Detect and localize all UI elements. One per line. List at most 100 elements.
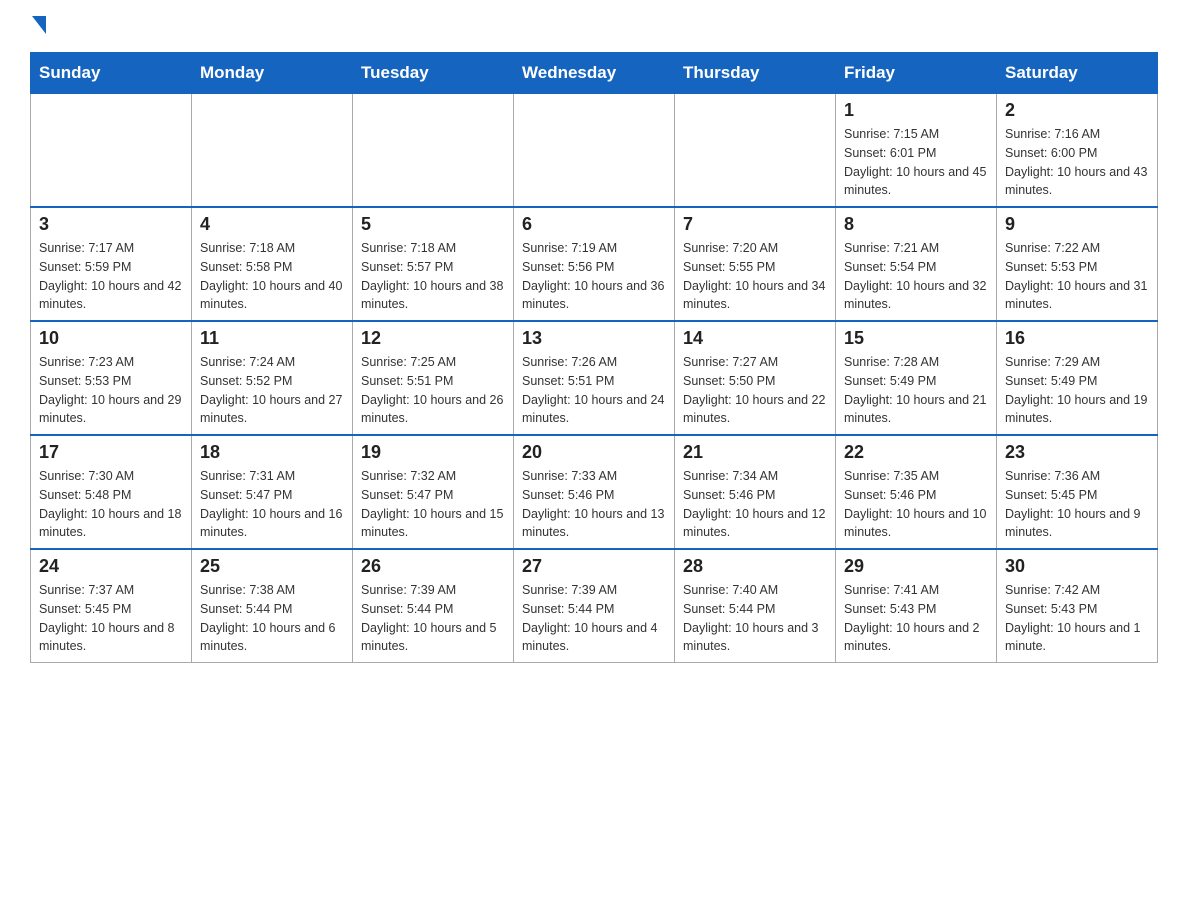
day-number: 14 — [683, 328, 827, 349]
day-info: Sunrise: 7:42 AMSunset: 5:43 PMDaylight:… — [1005, 581, 1149, 656]
day-of-week-header: Wednesday — [514, 53, 675, 94]
day-number: 21 — [683, 442, 827, 463]
calendar-day-cell — [31, 94, 192, 208]
day-info: Sunrise: 7:41 AMSunset: 5:43 PMDaylight:… — [844, 581, 988, 656]
day-of-week-header: Thursday — [675, 53, 836, 94]
calendar-day-cell: 22 Sunrise: 7:35 AMSunset: 5:46 PMDayligh… — [836, 435, 997, 549]
day-number: 28 — [683, 556, 827, 577]
calendar-day-cell: 1 Sunrise: 7:15 AMSunset: 6:01 PMDaylight… — [836, 94, 997, 208]
calendar-day-cell: 2 Sunrise: 7:16 AMSunset: 6:00 PMDaylight… — [997, 94, 1158, 208]
day-number: 18 — [200, 442, 344, 463]
calendar-day-cell: 16Sunrise: 7:29 AMSunset: 5:49 PMDayligh… — [997, 321, 1158, 435]
day-of-week-header: Sunday — [31, 53, 192, 94]
day-info: Sunrise: 7:28 AMSunset: 5:49 PMDaylight:… — [844, 353, 988, 428]
day-number: 5 — [361, 214, 505, 235]
calendar-day-cell: 25 Sunrise: 7:38 AMSunset: 5:44 PMDayligh… — [192, 549, 353, 663]
day-info: Sunrise: 7:15 AMSunset: 6:01 PMDaylight:… — [844, 125, 988, 200]
day-info: Sunrise: 7:27 AMSunset: 5:50 PMDaylight:… — [683, 353, 827, 428]
day-of-week-header: Monday — [192, 53, 353, 94]
day-number: 22 — [844, 442, 988, 463]
day-info: Sunrise: 7:31 AMSunset: 5:47 PMDaylight:… — [200, 467, 344, 542]
calendar-day-cell — [353, 94, 514, 208]
day-info: Sunrise: 7:22 AMSunset: 5:53 PMDaylight:… — [1005, 239, 1149, 314]
day-number: 19 — [361, 442, 505, 463]
day-number: 17 — [39, 442, 183, 463]
day-info: Sunrise: 7:34 AMSunset: 5:46 PMDaylight:… — [683, 467, 827, 542]
day-info: Sunrise: 7:37 AMSunset: 5:45 PMDaylight:… — [39, 581, 183, 656]
day-number: 29 — [844, 556, 988, 577]
calendar-day-cell: 24Sunrise: 7:37 AMSunset: 5:45 PMDayligh… — [31, 549, 192, 663]
calendar-day-cell: 18 Sunrise: 7:31 AMSunset: 5:47 PMDayligh… — [192, 435, 353, 549]
calendar-day-cell — [675, 94, 836, 208]
calendar-day-cell: 11Sunrise: 7:24 AMSunset: 5:52 PMDayligh… — [192, 321, 353, 435]
calendar-week-row: 24Sunrise: 7:37 AMSunset: 5:45 PMDayligh… — [31, 549, 1158, 663]
day-number: 25 — [200, 556, 344, 577]
day-info: Sunrise: 7:25 AMSunset: 5:51 PMDaylight:… — [361, 353, 505, 428]
day-number: 12 — [361, 328, 505, 349]
calendar-day-cell: 15Sunrise: 7:28 AMSunset: 5:49 PMDayligh… — [836, 321, 997, 435]
day-info: Sunrise: 7:26 AMSunset: 5:51 PMDaylight:… — [522, 353, 666, 428]
day-info: Sunrise: 7:33 AMSunset: 5:46 PMDaylight:… — [522, 467, 666, 542]
calendar-day-cell: 20 Sunrise: 7:33 AMSunset: 5:46 PMDayligh… — [514, 435, 675, 549]
calendar-day-cell: 19 Sunrise: 7:32 AMSunset: 5:47 PMDayligh… — [353, 435, 514, 549]
day-info: Sunrise: 7:19 AMSunset: 5:56 PMDaylight:… — [522, 239, 666, 314]
calendar-day-cell: 8 Sunrise: 7:21 AMSunset: 5:54 PMDaylight… — [836, 207, 997, 321]
day-of-week-header: Friday — [836, 53, 997, 94]
day-number: 30 — [1005, 556, 1149, 577]
day-info: Sunrise: 7:20 AMSunset: 5:55 PMDaylight:… — [683, 239, 827, 314]
day-number: 10 — [39, 328, 183, 349]
day-number: 1 — [844, 100, 988, 121]
calendar-day-cell: 29 Sunrise: 7:41 AMSunset: 5:43 PMDayligh… — [836, 549, 997, 663]
calendar-day-cell: 3 Sunrise: 7:17 AMSunset: 5:59 PMDaylight… — [31, 207, 192, 321]
calendar-day-cell: 28Sunrise: 7:40 AMSunset: 5:44 PMDayligh… — [675, 549, 836, 663]
calendar-day-cell — [192, 94, 353, 208]
day-info: Sunrise: 7:16 AMSunset: 6:00 PMDaylight:… — [1005, 125, 1149, 200]
page-header — [30, 20, 1158, 34]
calendar-day-cell — [514, 94, 675, 208]
day-info: Sunrise: 7:29 AMSunset: 5:49 PMDaylight:… — [1005, 353, 1149, 428]
day-info: Sunrise: 7:18 AMSunset: 5:58 PMDaylight:… — [200, 239, 344, 314]
calendar-day-cell: 13 Sunrise: 7:26 AMSunset: 5:51 PMDayligh… — [514, 321, 675, 435]
calendar-day-cell: 4 Sunrise: 7:18 AMSunset: 5:58 PMDaylight… — [192, 207, 353, 321]
logo — [30, 20, 46, 34]
day-info: Sunrise: 7:30 AMSunset: 5:48 PMDaylight:… — [39, 467, 183, 542]
day-number: 2 — [1005, 100, 1149, 121]
day-info: Sunrise: 7:39 AMSunset: 5:44 PMDaylight:… — [522, 581, 666, 656]
day-of-week-header: Saturday — [997, 53, 1158, 94]
day-number: 13 — [522, 328, 666, 349]
day-info: Sunrise: 7:21 AMSunset: 5:54 PMDaylight:… — [844, 239, 988, 314]
calendar-week-row: 1 Sunrise: 7:15 AMSunset: 6:01 PMDaylight… — [31, 94, 1158, 208]
calendar-table: SundayMondayTuesdayWednesdayThursdayFrid… — [30, 52, 1158, 663]
calendar-week-row: 10 Sunrise: 7:23 AMSunset: 5:53 PMDayligh… — [31, 321, 1158, 435]
day-info: Sunrise: 7:23 AMSunset: 5:53 PMDaylight:… — [39, 353, 183, 428]
logo-triangle-icon — [32, 16, 46, 34]
day-number: 20 — [522, 442, 666, 463]
calendar-day-cell: 6 Sunrise: 7:19 AMSunset: 5:56 PMDaylight… — [514, 207, 675, 321]
day-info: Sunrise: 7:35 AMSunset: 5:46 PMDaylight:… — [844, 467, 988, 542]
calendar-day-cell: 12 Sunrise: 7:25 AMSunset: 5:51 PMDayligh… — [353, 321, 514, 435]
calendar-day-cell: 10 Sunrise: 7:23 AMSunset: 5:53 PMDayligh… — [31, 321, 192, 435]
calendar-header-row: SundayMondayTuesdayWednesdayThursdayFrid… — [31, 53, 1158, 94]
calendar-day-cell: 21 Sunrise: 7:34 AMSunset: 5:46 PMDayligh… — [675, 435, 836, 549]
calendar-day-cell: 17 Sunrise: 7:30 AMSunset: 5:48 PMDayligh… — [31, 435, 192, 549]
calendar-day-cell: 14 Sunrise: 7:27 AMSunset: 5:50 PMDayligh… — [675, 321, 836, 435]
calendar-day-cell: 30 Sunrise: 7:42 AMSunset: 5:43 PMDayligh… — [997, 549, 1158, 663]
calendar-day-cell: 5Sunrise: 7:18 AMSunset: 5:57 PMDaylight… — [353, 207, 514, 321]
day-number: 3 — [39, 214, 183, 235]
calendar-week-row: 17 Sunrise: 7:30 AMSunset: 5:48 PMDayligh… — [31, 435, 1158, 549]
day-number: 8 — [844, 214, 988, 235]
calendar-week-row: 3 Sunrise: 7:17 AMSunset: 5:59 PMDaylight… — [31, 207, 1158, 321]
calendar-day-cell: 23 Sunrise: 7:36 AMSunset: 5:45 PMDayligh… — [997, 435, 1158, 549]
day-info: Sunrise: 7:36 AMSunset: 5:45 PMDaylight:… — [1005, 467, 1149, 542]
day-of-week-header: Tuesday — [353, 53, 514, 94]
day-info: Sunrise: 7:39 AMSunset: 5:44 PMDaylight:… — [361, 581, 505, 656]
day-number: 23 — [1005, 442, 1149, 463]
day-number: 27 — [522, 556, 666, 577]
day-number: 4 — [200, 214, 344, 235]
day-number: 6 — [522, 214, 666, 235]
day-info: Sunrise: 7:38 AMSunset: 5:44 PMDaylight:… — [200, 581, 344, 656]
calendar-day-cell: 7Sunrise: 7:20 AMSunset: 5:55 PMDaylight… — [675, 207, 836, 321]
day-info: Sunrise: 7:32 AMSunset: 5:47 PMDaylight:… — [361, 467, 505, 542]
day-info: Sunrise: 7:17 AMSunset: 5:59 PMDaylight:… — [39, 239, 183, 314]
day-number: 11 — [200, 328, 344, 349]
